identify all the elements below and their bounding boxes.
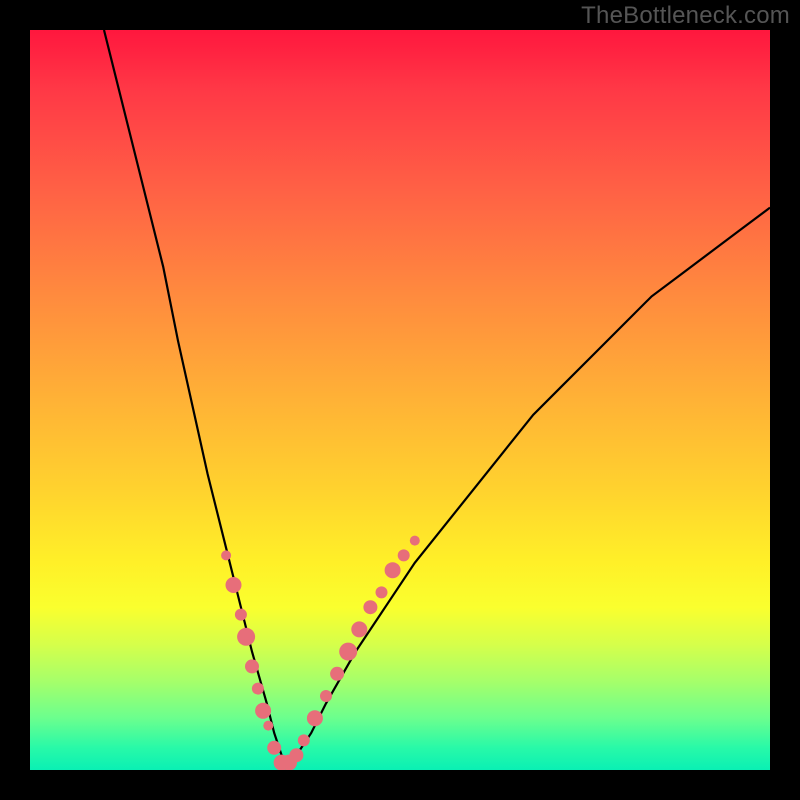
chart-stage: TheBottleneck.com xyxy=(0,0,800,800)
chart-marker xyxy=(267,741,281,755)
chart-marker xyxy=(330,667,344,681)
chart-marker xyxy=(255,703,271,719)
chart-marker xyxy=(221,550,231,560)
chart-marker xyxy=(298,734,310,746)
chart-marker xyxy=(385,562,401,578)
chart-marker xyxy=(376,586,388,598)
chart-marker xyxy=(237,628,255,646)
chart-marker xyxy=(245,659,259,673)
chart-marker xyxy=(307,710,323,726)
chart-marker xyxy=(235,609,247,621)
plot-area xyxy=(30,30,770,770)
watermark-text: TheBottleneck.com xyxy=(581,2,790,30)
chart-marker xyxy=(320,690,332,702)
chart-svg xyxy=(30,30,770,770)
chart-marker xyxy=(263,721,273,731)
bottleneck-markers xyxy=(221,536,420,770)
chart-marker xyxy=(363,600,377,614)
chart-marker xyxy=(226,577,242,593)
chart-marker xyxy=(398,549,410,561)
bottleneck-curve xyxy=(104,30,770,763)
chart-marker xyxy=(410,536,420,546)
chart-marker xyxy=(289,748,303,762)
chart-marker xyxy=(281,755,297,770)
chart-marker xyxy=(351,621,367,637)
chart-marker xyxy=(252,683,264,695)
chart-marker xyxy=(339,643,357,661)
chart-marker xyxy=(274,755,290,770)
